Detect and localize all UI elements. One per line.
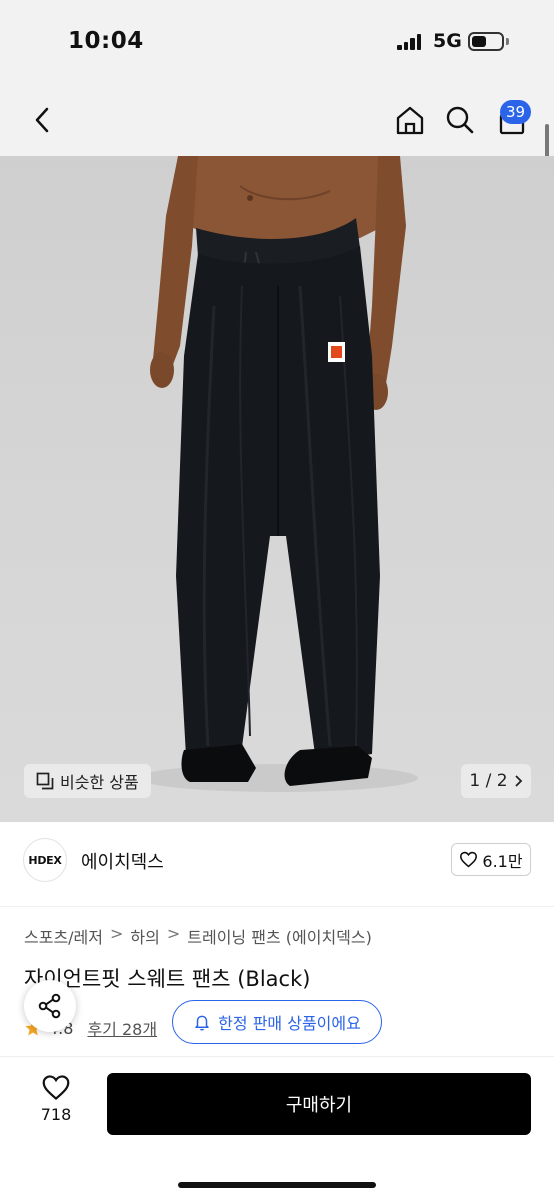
heart-icon — [460, 851, 478, 868]
wishlist-count: 718 — [40, 1105, 72, 1124]
brand-logo-text: HDEX — [28, 853, 62, 867]
similar-products-button[interactable]: 비슷한 상품 — [24, 764, 151, 798]
divider — [0, 906, 554, 907]
image-pager[interactable]: 1 / 2 — [461, 764, 531, 798]
status-time: 10:04 — [68, 28, 144, 54]
home-indicator — [178, 1182, 376, 1188]
heart-icon — [42, 1075, 70, 1101]
product-image[interactable] — [0, 156, 554, 822]
chevron-right-icon: > — [110, 924, 124, 943]
breadcrumb-item[interactable]: 트레이닝 팬츠 (에이치덱스) — [187, 924, 372, 948]
review-link[interactable]: 후기 28개 — [87, 1016, 157, 1040]
breadcrumb-item[interactable]: 하의 — [130, 924, 159, 948]
buy-button[interactable]: 구매하기 — [107, 1073, 531, 1135]
breadcrumb: 스포츠/레저 > 하의 > 트레이닝 팬츠 (에이치덱스) — [24, 924, 372, 948]
brand-like-count: 6.1만 — [482, 851, 523, 871]
similar-products-label: 비슷한 상품 — [60, 773, 139, 792]
status-bar: 10:04 5G — [0, 0, 554, 84]
chevron-left-icon — [35, 107, 49, 133]
breadcrumb-item[interactable]: 스포츠/레저 — [24, 924, 103, 948]
brand-logo[interactable]: HDEX — [23, 838, 67, 882]
product-photo — [138, 156, 418, 792]
search-button[interactable] — [442, 102, 478, 138]
home-icon — [396, 106, 424, 135]
network-type: 5G — [433, 30, 462, 52]
buy-button-label: 구매하기 — [285, 1095, 353, 1116]
battery-icon — [468, 32, 504, 51]
copy-icon — [36, 772, 54, 790]
wishlist-button[interactable]: 718 — [28, 1074, 84, 1134]
limited-sale-button[interactable]: 한정 판매 상품이에요 — [172, 1000, 382, 1044]
signal-icon — [397, 34, 423, 50]
home-button[interactable] — [392, 102, 428, 138]
limited-sale-label: 한정 판매 상품이에요 — [218, 1014, 361, 1033]
share-icon — [38, 993, 61, 1019]
brand-name[interactable]: 에이치덱스 — [81, 848, 164, 874]
pager-text: 1 / 2 — [469, 771, 508, 791]
share-button[interactable] — [24, 980, 76, 1032]
cart-count-badge: 39 — [500, 100, 531, 124]
brand-like-button[interactable]: 6.1만 — [451, 843, 531, 876]
bell-icon — [195, 1015, 209, 1031]
chevron-right-icon: > — [166, 924, 181, 943]
chevron-right-icon — [514, 775, 522, 787]
back-button[interactable] — [24, 102, 60, 138]
search-icon — [446, 106, 474, 134]
